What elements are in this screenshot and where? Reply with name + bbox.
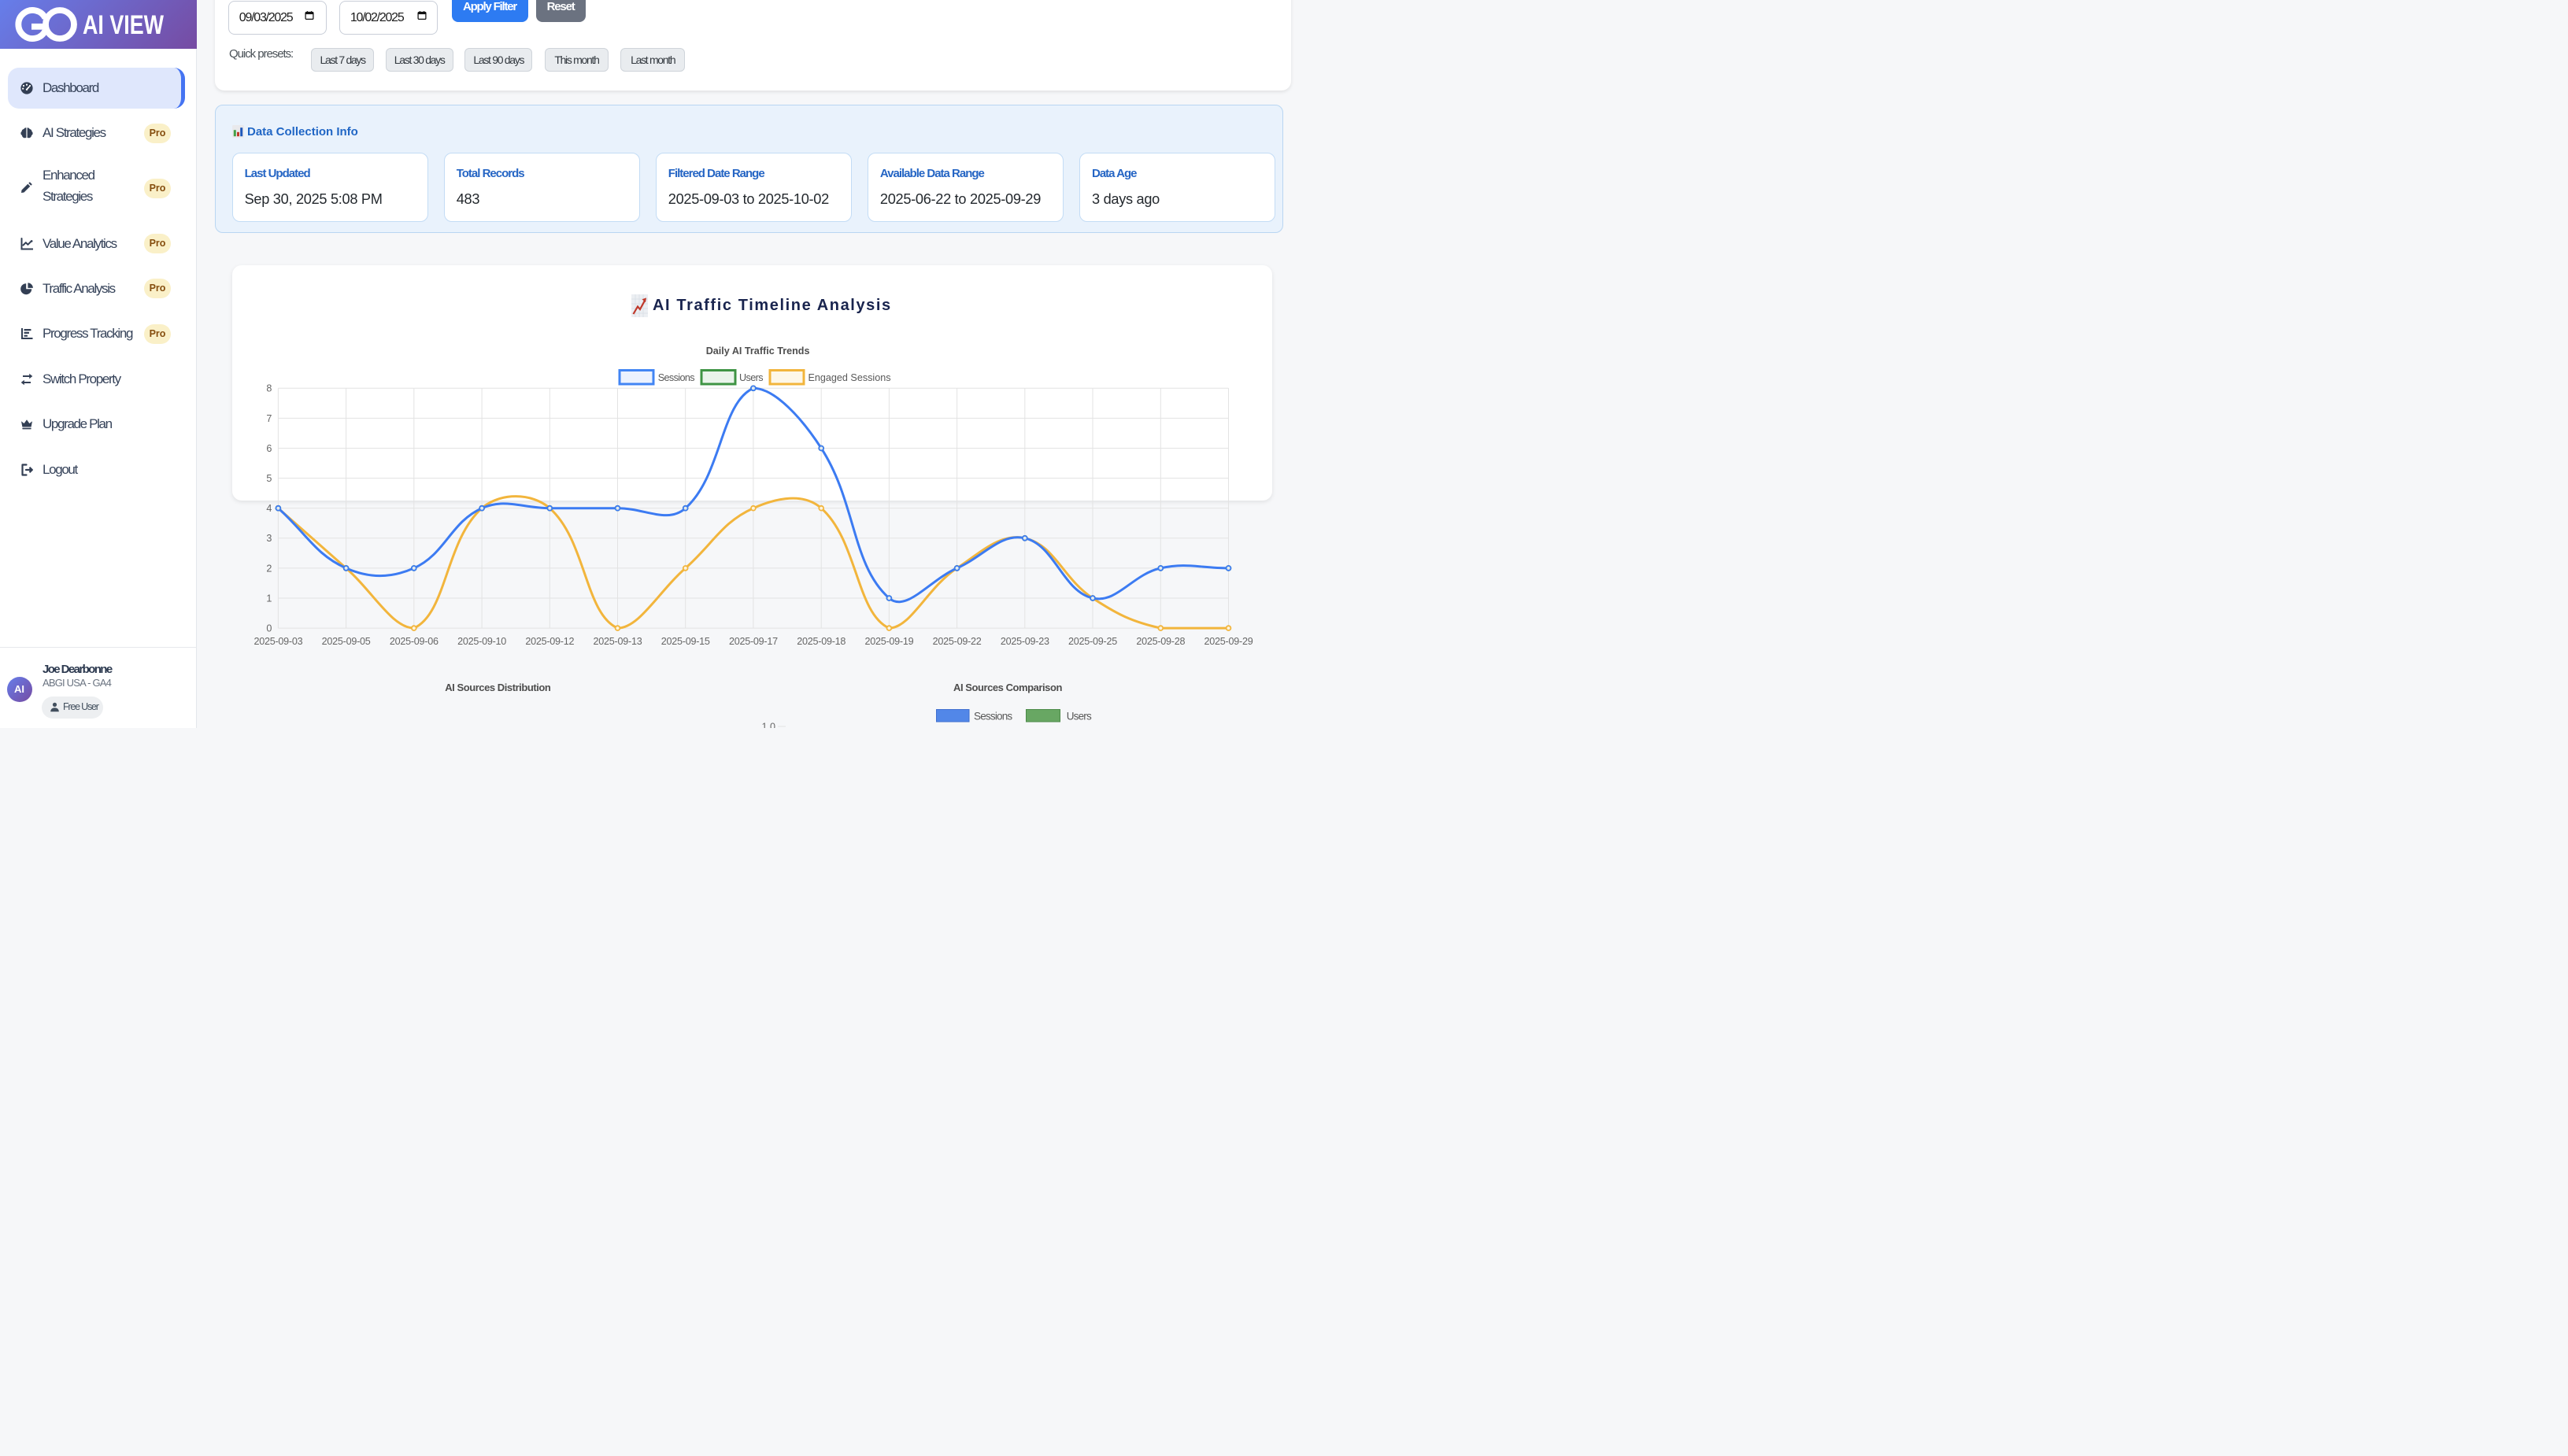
svg-text:2025-09-15: 2025-09-15 bbox=[661, 636, 710, 647]
svg-text:AI Sources Distribution: AI Sources Distribution bbox=[445, 682, 551, 693]
svg-text:2025-09-13: 2025-09-13 bbox=[594, 636, 642, 647]
svg-text:0: 0 bbox=[266, 623, 272, 634]
svg-text:2025-09-06: 2025-09-06 bbox=[390, 636, 438, 647]
svg-text:2025-09-05: 2025-09-05 bbox=[322, 636, 371, 647]
svg-text:6: 6 bbox=[266, 443, 272, 454]
svg-text:2025-09-12: 2025-09-12 bbox=[525, 636, 574, 647]
svg-text:2: 2 bbox=[266, 563, 272, 574]
svg-text:3: 3 bbox=[266, 533, 272, 544]
svg-text:Daily AI Traffic Trends: Daily AI Traffic Trends bbox=[706, 346, 810, 357]
svg-text:Sessions: Sessions bbox=[658, 372, 695, 383]
svg-text:AI Sources Comparison: AI Sources Comparison bbox=[953, 682, 1062, 693]
svg-text:5: 5 bbox=[266, 473, 272, 484]
svg-text:1: 1 bbox=[266, 593, 272, 604]
svg-text:2025-09-19: 2025-09-19 bbox=[864, 636, 913, 647]
svg-text:4: 4 bbox=[266, 503, 272, 514]
svg-text:2025-09-23: 2025-09-23 bbox=[1001, 636, 1049, 647]
svg-text:Users: Users bbox=[739, 372, 763, 383]
svg-text:2025-09-10: 2025-09-10 bbox=[457, 636, 506, 647]
svg-text:2025-09-25: 2025-09-25 bbox=[1068, 636, 1117, 647]
svg-text:2025-09-17: 2025-09-17 bbox=[729, 636, 778, 647]
svg-text:7: 7 bbox=[266, 413, 272, 424]
svg-text:Engaged Sessions: Engaged Sessions bbox=[809, 372, 891, 383]
svg-text:AI VIEW: AI VIEW bbox=[83, 10, 165, 40]
svg-text:2025-09-22: 2025-09-22 bbox=[933, 636, 982, 647]
svg-text:2025-09-29: 2025-09-29 bbox=[1204, 636, 1253, 647]
svg-text:2025-09-18: 2025-09-18 bbox=[797, 636, 846, 647]
svg-text:1.0: 1.0 bbox=[761, 722, 775, 729]
svg-text:2025-09-03: 2025-09-03 bbox=[253, 636, 302, 647]
svg-text:8: 8 bbox=[266, 383, 272, 394]
svg-text:2025-09-28: 2025-09-28 bbox=[1136, 636, 1185, 647]
svg-text:Sessions: Sessions bbox=[974, 711, 1012, 722]
svg-text:Users: Users bbox=[1067, 711, 1092, 722]
